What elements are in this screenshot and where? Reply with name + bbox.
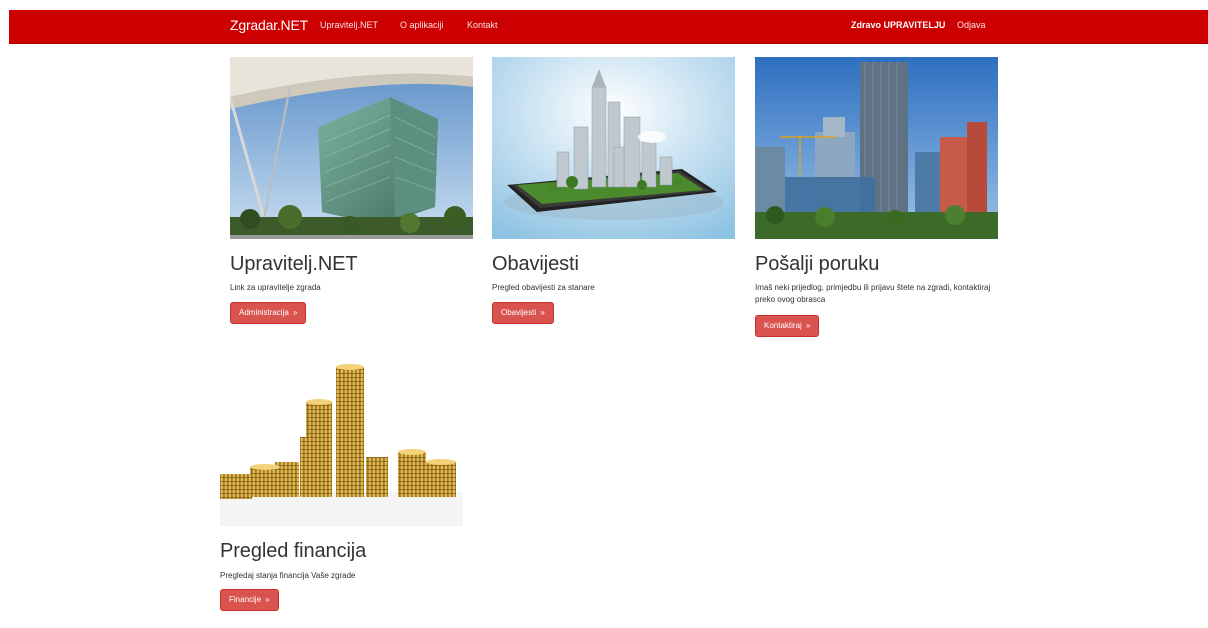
administracija-button[interactable]: Administracija »: [230, 302, 307, 324]
coin-stacks-image: [220, 362, 463, 526]
card-desc-posalji-poruku: Imaš neki prijedlog, primjedbu ili prija…: [755, 283, 991, 304]
card-desc-obavijesti: Pregled obavijesti za stanare: [492, 283, 595, 292]
brand-link[interactable]: Zgradar.NET: [230, 17, 308, 33]
card-desc-financije: Pregledaj stanja financija Vaše zgrade: [220, 571, 356, 580]
card-title-posalji-poruku: Pošalji poruku: [755, 253, 880, 275]
card-title-obavijesti: Obavijesti: [492, 253, 579, 275]
card-title-financije: Pregled financija: [220, 540, 367, 562]
logout-link[interactable]: Odjava: [957, 20, 986, 30]
nav-link-kontakt[interactable]: Kontakt: [467, 20, 498, 30]
nav-link-o-aplikaciji[interactable]: O aplikaciji: [400, 20, 444, 30]
navbar: Zgradar.NET Upravitelj.NET O aplikaciji …: [9, 10, 1208, 44]
skyscrapers-image: [755, 57, 998, 239]
modern-building-image: [230, 57, 473, 239]
kontaktiraj-button[interactable]: Kontaktiraj »: [755, 315, 820, 337]
user-greeting[interactable]: Zdravo UPRAVITELJU: [851, 20, 945, 30]
nav-link-upravitelj[interactable]: Upravitelj.NET: [320, 20, 378, 30]
card-title-upravitelj: Upravitelj.NET: [230, 253, 358, 275]
obavijesti-button[interactable]: Obavijesti »: [492, 302, 554, 324]
card-desc-upravitelj: Link za upravitelje zgrada: [230, 283, 321, 292]
financije-button[interactable]: Financije »: [220, 589, 279, 611]
city-on-tablet-image: [492, 57, 735, 239]
